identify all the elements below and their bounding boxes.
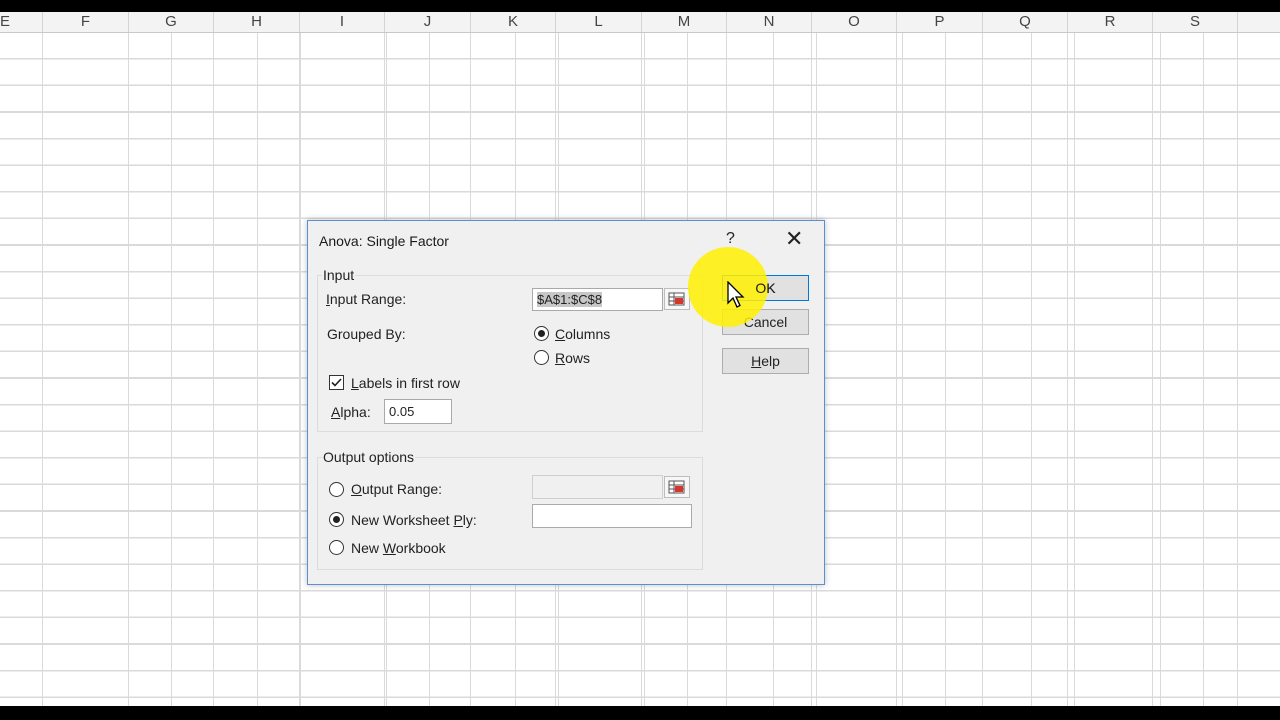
output-range-picker-button[interactable] [664,476,690,498]
range-select-icon [668,292,685,306]
new-worksheet-label: New Worksheet Ply: [351,512,477,528]
help-button[interactable]: Help [722,348,809,374]
labels-first-row-checkbox[interactable] [329,375,344,390]
mouse-pointer-icon [727,281,745,308]
column-header-s[interactable]: S [1153,12,1238,32]
column-header-row: E F G H I J K L M N O P Q R S [0,12,1280,33]
top-black-bar [0,0,1280,12]
column-header-k[interactable]: K [471,12,556,32]
column-header-j[interactable]: J [385,12,471,32]
radio-new-workbook[interactable] [329,540,344,555]
radio-columns[interactable] [534,326,549,341]
column-header-q[interactable]: Q [983,12,1068,32]
radio-rows-label: Rows [555,350,591,366]
column-header-g[interactable]: G [129,12,214,32]
close-icon[interactable]: ✕ [785,227,803,251]
alpha-label: Alpha: [331,404,371,420]
column-header-partial[interactable] [1238,12,1280,32]
labels-first-row-label: Labels in first row [351,375,460,391]
column-header-o[interactable]: O [812,12,897,32]
column-header-h[interactable]: H [214,12,300,32]
bottom-black-bar [0,706,1280,720]
column-header-r[interactable]: R [1068,12,1153,32]
column-header-f[interactable]: F [43,12,129,32]
column-header-l[interactable]: L [556,12,642,32]
dialog-title: Anova: Single Factor [319,233,449,249]
column-header-n[interactable]: N [727,12,812,32]
input-range-value: $A$1:$C$8 [537,292,603,307]
input-range-label: Input Range: [326,291,407,307]
radio-rows[interactable] [534,350,549,365]
radio-output-range[interactable] [329,482,344,497]
output-options-label: Output options [322,449,416,465]
input-range-field[interactable]: $A$1:$C$8 [532,288,663,311]
help-question-icon[interactable]: ? [726,230,735,248]
column-header-e[interactable]: E [0,12,43,32]
input-group-label: Input [322,267,356,283]
column-header-p[interactable]: P [897,12,983,32]
radio-new-worksheet[interactable] [329,512,344,527]
new-workbook-label: New Workbook [351,540,446,556]
input-range-picker-button[interactable] [664,288,690,310]
column-header-m[interactable]: M [642,12,727,32]
radio-columns-label: Columns [555,326,611,342]
alpha-field[interactable]: 0.05 [384,399,452,424]
checkmark-icon [331,378,342,387]
grouped-by-label: Grouped By: [327,326,406,342]
output-range-label: Output Range: [351,481,443,497]
output-range-field[interactable] [532,475,663,499]
range-select-icon [668,480,685,494]
column-header-i[interactable]: I [300,12,385,32]
new-worksheet-name-field[interactable] [532,504,692,528]
